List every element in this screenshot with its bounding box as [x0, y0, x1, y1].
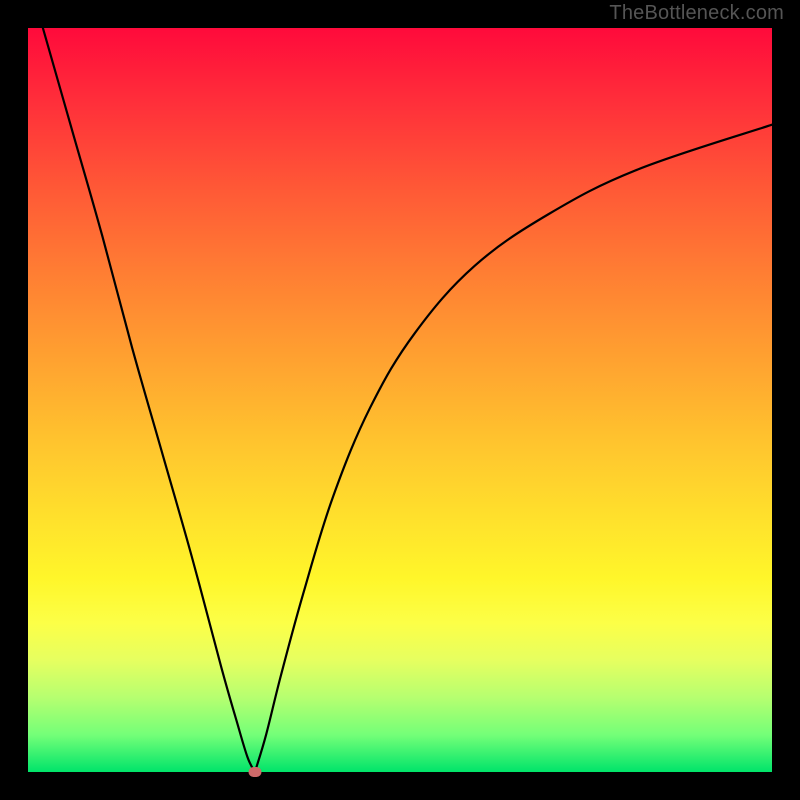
plot-area — [28, 28, 772, 772]
curve-left-branch — [43, 28, 255, 772]
curve-right-branch — [255, 125, 772, 772]
chart-container: TheBottleneck.com — [0, 0, 800, 800]
watermark-text: TheBottleneck.com — [609, 2, 784, 25]
bottleneck-marker — [248, 767, 261, 777]
curve-layer — [28, 28, 772, 772]
